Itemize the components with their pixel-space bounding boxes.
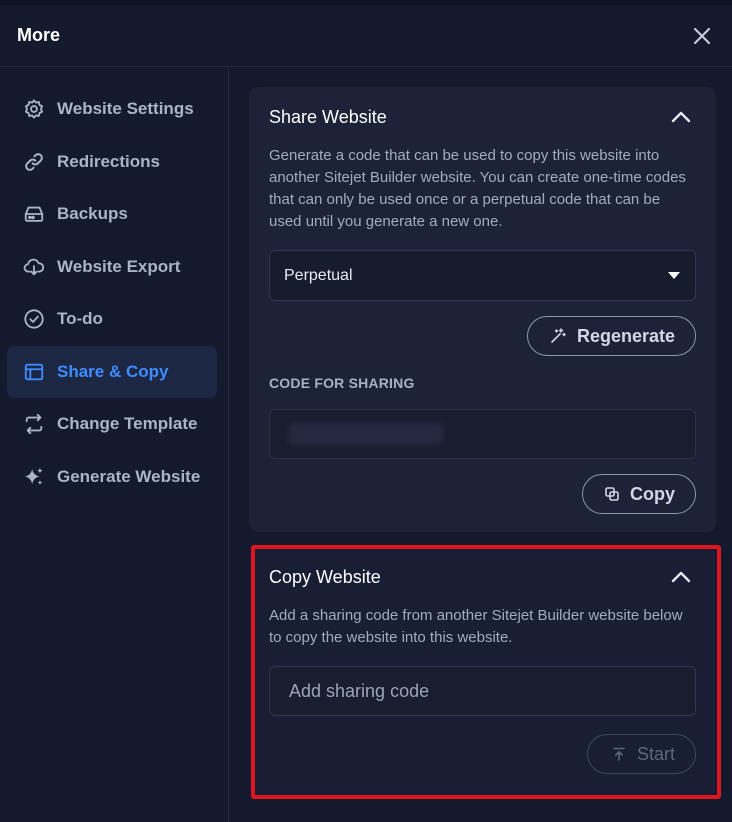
collapse-share-button[interactable] <box>669 105 693 129</box>
cloud-download-icon <box>23 256 45 278</box>
browser-window-icon <box>23 361 45 383</box>
sidebar-item-label: Backups <box>57 204 128 223</box>
copy-website-panel: Copy Website Add a sharing code from ano… <box>249 547 716 797</box>
collapse-copy-button[interactable] <box>669 565 693 589</box>
sidebar-item-label: Website Export <box>57 256 181 276</box>
sharing-code-input[interactable] <box>289 680 695 702</box>
sidebar-item-to-do[interactable]: To-do <box>7 293 217 345</box>
dialog-title: More <box>17 25 61 45</box>
sidebar-item-website-settings[interactable]: Website Settings <box>7 83 217 135</box>
start-label: Start <box>636 743 675 764</box>
sidebar-item-generate-website[interactable]: Generate Website <box>7 451 217 503</box>
sidebar-item-label: Share & Copy <box>57 361 169 381</box>
copy-panel-title: Copy Website <box>269 566 381 587</box>
sidebar-item-share-copy[interactable]: Share & Copy <box>7 345 217 398</box>
sharing-code-input-wrapper <box>269 666 696 716</box>
regenerate-button[interactable]: Regenerate <box>526 316 696 356</box>
close-button[interactable] <box>690 24 714 48</box>
dialog-header: More <box>0 5 732 67</box>
chevron-up-icon <box>671 571 691 583</box>
link-icon <box>23 151 45 173</box>
check-circle-icon <box>23 308 45 330</box>
share-description: Generate a code that can be used to copy… <box>269 147 686 230</box>
gear-icon <box>23 98 45 120</box>
sidebar-item-website-export[interactable]: Website Export <box>7 241 217 293</box>
sharing-code-display[interactable] <box>269 409 696 459</box>
regenerate-label: Regenerate <box>576 325 675 346</box>
sidebar-item-label: Website Settings <box>57 99 194 118</box>
sidebar-item-label: Redirections <box>57 151 160 171</box>
sidebar-item-backups[interactable]: Backups <box>7 188 217 240</box>
sidebar-item-label: Generate Website <box>57 466 201 486</box>
code-type-select[interactable]: Perpetual <box>269 250 696 301</box>
copy-panel-header[interactable]: Copy Website <box>269 547 696 605</box>
copy-label: Copy <box>630 483 675 504</box>
magic-wand-icon <box>551 328 566 343</box>
sidebar-item-label: Change Template <box>57 414 198 433</box>
chevron-up-icon <box>671 111 691 123</box>
upload-icon <box>613 747 625 761</box>
hard-drive-icon <box>23 203 45 225</box>
copy-icon <box>605 487 619 501</box>
blurred-sharing-code <box>288 423 444 445</box>
sidebar-item-label: To-do <box>57 309 103 328</box>
copy-code-button[interactable]: Copy <box>582 474 696 514</box>
share-panel-header[interactable]: Share Website <box>269 87 696 145</box>
share-website-panel: Share Website Generate a code that can b… <box>249 87 716 532</box>
sidebar-item-redirections[interactable]: Redirections <box>7 136 217 188</box>
caret-down-icon <box>668 272 680 279</box>
code-type-selected-value: Perpetual <box>284 266 353 284</box>
copy-description: Add a sharing code from another Sitejet … <box>269 607 683 646</box>
sidebar-nav: Website Settings Redirections Backups We… <box>0 68 229 822</box>
close-icon <box>693 27 711 44</box>
start-button[interactable]: Start <box>586 734 696 774</box>
swap-arrows-icon <box>23 413 45 435</box>
share-panel-title: Share Website <box>269 106 387 127</box>
code-for-sharing-label: CODE FOR SHARING <box>269 375 415 391</box>
sidebar-item-change-template[interactable]: Change Template <box>7 398 217 450</box>
sparkles-icon <box>23 466 45 488</box>
